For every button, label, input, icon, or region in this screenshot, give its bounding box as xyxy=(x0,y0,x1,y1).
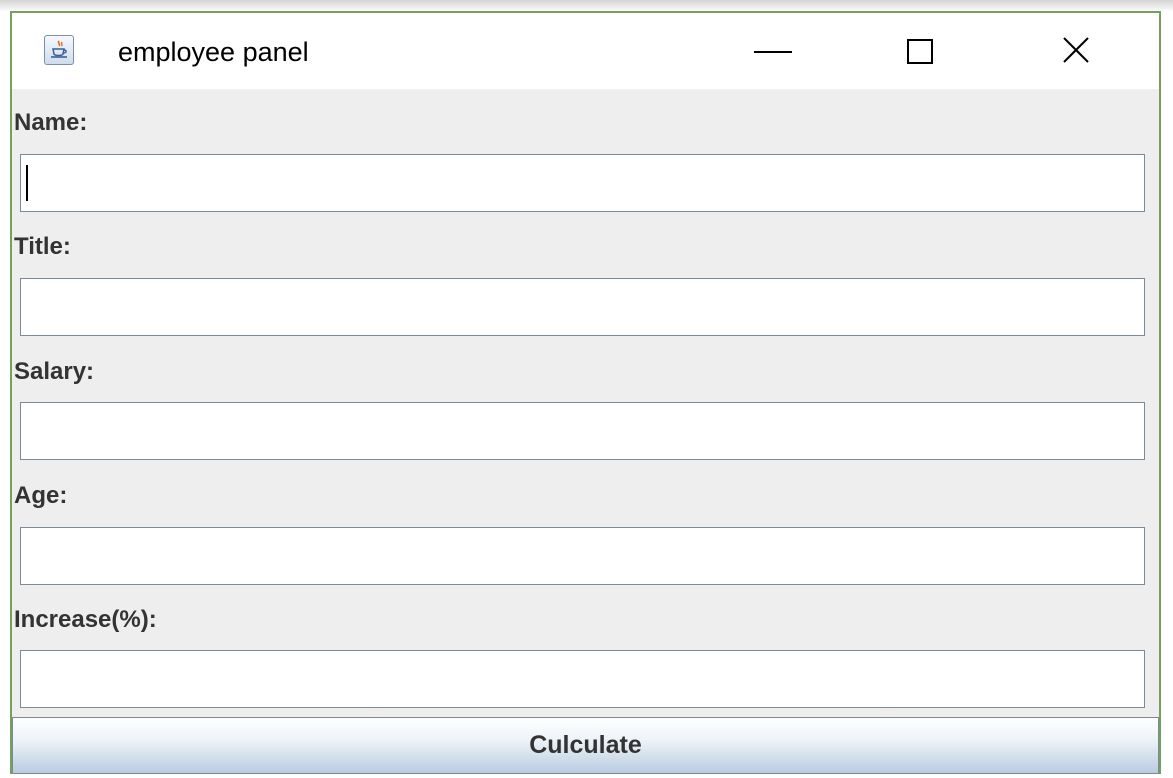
age-input[interactable] xyxy=(20,527,1145,585)
title-bar[interactable]: employee panel xyxy=(12,13,1159,89)
maximize-button[interactable] xyxy=(864,13,976,89)
title-input[interactable] xyxy=(20,278,1145,336)
calculate-button[interactable]: Culculate xyxy=(12,717,1159,774)
increase-input[interactable] xyxy=(20,650,1145,708)
title-label: Title: xyxy=(14,233,71,260)
window-title: employee panel xyxy=(118,37,309,67)
minimize-button[interactable] xyxy=(716,13,828,89)
name-input[interactable] xyxy=(20,154,1145,212)
name-label: Name: xyxy=(14,109,88,136)
increase-label: Increase(%): xyxy=(14,606,157,633)
employee-panel-window: employee panel Name: Title: Salary: Age: xyxy=(10,11,1161,774)
text-caret xyxy=(26,165,28,201)
salary-label: Salary: xyxy=(14,358,95,385)
age-label: Age: xyxy=(14,482,68,509)
minimize-icon xyxy=(754,51,792,53)
java-cup-icon[interactable] xyxy=(44,35,74,65)
close-button[interactable] xyxy=(1020,13,1132,89)
salary-input[interactable] xyxy=(20,402,1145,460)
maximize-icon xyxy=(907,39,933,64)
close-icon xyxy=(1063,37,1089,63)
